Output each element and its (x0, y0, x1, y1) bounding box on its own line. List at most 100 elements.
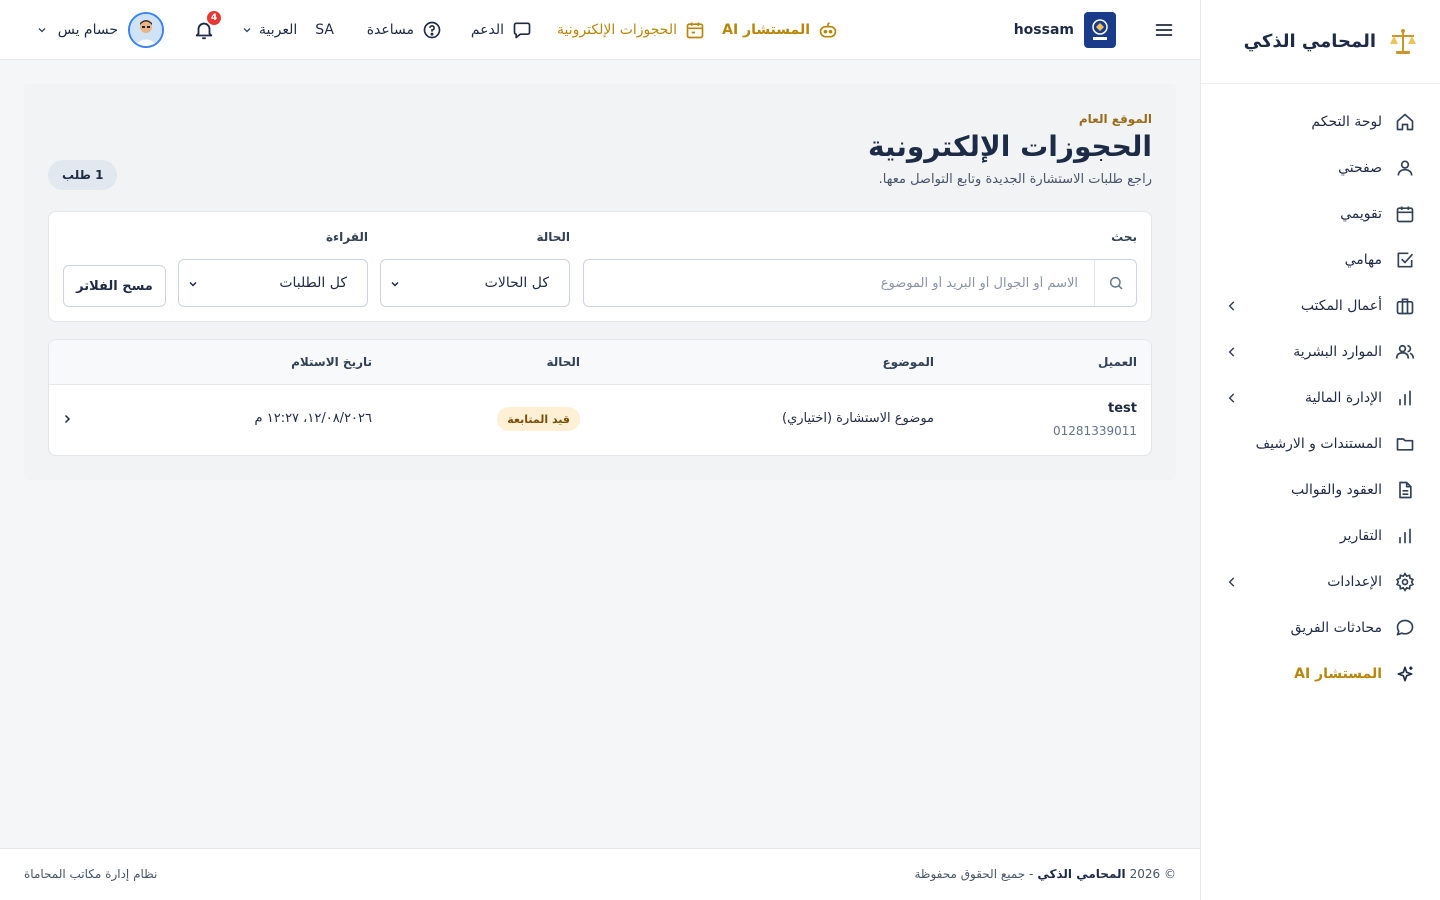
status-badge: قيد المتابعة (497, 407, 580, 431)
client-name: test (1108, 401, 1137, 416)
folder-icon (1394, 433, 1416, 455)
help-circle-icon (422, 20, 442, 40)
robot-icon (818, 20, 838, 40)
filters-card: بحث الحالة القراءة كل الحالات كل الطلبات… (48, 211, 1152, 322)
received-date-cell: ١٢/٠٨/٢٠٢٦، ١٢:٢٧ م (254, 411, 372, 426)
sidebar-item-label: أعمال المكتب (1300, 298, 1382, 314)
sidebar-item-contracts[interactable]: العقود والقوالب (1201, 467, 1440, 513)
document-icon (1394, 479, 1416, 501)
sidebar-item-settings[interactable]: الإعدادات (1201, 559, 1440, 605)
page-subtitle: راجع طلبات الاستشارة الجديدة وتابع التوا… (878, 172, 1152, 187)
bookings-label: الحجوزات الإلكترونية (557, 22, 677, 38)
sidebar-item-reports[interactable]: التقارير (1201, 513, 1440, 559)
status-filter-value: كل الحالات (484, 275, 549, 291)
column-header-status[interactable]: الحالة (546, 355, 580, 369)
search-icon[interactable] (1094, 260, 1136, 306)
hamburger-menu-icon (1154, 20, 1174, 40)
chevron-right-icon[interactable] (61, 413, 73, 425)
search-label: بحث (1111, 230, 1137, 244)
checkbox-icon (1394, 249, 1416, 271)
ai-advisor-label: المستشار AI (722, 22, 810, 38)
status-filter-select[interactable]: كل الحالات (380, 259, 570, 307)
sidebar-item-label: محادثات الفريق (1290, 620, 1382, 636)
sidebar: المحامي الذكي لوحة التحكم صفحتي تقويمي م… (1200, 0, 1440, 900)
ai-advisor-link[interactable]: المستشار AI (722, 0, 838, 60)
chat-icon (512, 20, 532, 40)
sidebar-item-calendar[interactable]: تقويمي (1201, 191, 1440, 237)
sidebar-item-dashboard[interactable]: لوحة التحكم (1201, 99, 1440, 145)
calendar-icon (685, 20, 705, 40)
sidebar-item-hr[interactable]: الموارد البشرية (1201, 329, 1440, 375)
sidebar-item-label: العقود والقوالب (1290, 482, 1382, 498)
language-code: SA (315, 22, 334, 38)
sidebar-item-label: لوحة التحكم (1311, 114, 1382, 130)
top-bar: hossam المستشار AI الحجوزات الإلكترونية … (0, 0, 1200, 60)
notification-count-badge: 4 (207, 11, 221, 25)
chevron-down-icon (241, 24, 253, 36)
table-row[interactable]: test 01281339011 موضوع الاستشارة (اختيار… (49, 385, 1151, 455)
sidebar-item-label: التقارير (1339, 528, 1382, 544)
bar-chart-icon (1394, 387, 1416, 409)
gear-icon (1394, 571, 1416, 593)
organization-name: hossam (1013, 22, 1074, 38)
home-icon (1394, 111, 1416, 133)
menu-button[interactable] (1154, 0, 1174, 60)
sidebar-item-ai-advisor[interactable]: المستشار AI (1201, 651, 1440, 697)
briefcase-icon (1394, 295, 1416, 317)
read-filter-select[interactable]: كل الطلبات (178, 259, 368, 307)
sidebar-item-finance[interactable]: الإدارة المالية (1201, 375, 1440, 421)
sidebar-item-label: الموارد البشرية (1293, 344, 1382, 360)
sidebar-item-office-work[interactable]: أعمال المكتب (1201, 283, 1440, 329)
copyright-year: © 2026 (1129, 867, 1176, 881)
footer-copyright: © 2026 المحامي الذكي - جميع الحقوق محفوظ… (914, 867, 1176, 881)
bookings-table: العميل الموضوع الحالة تاريخ الاستلام tes… (48, 339, 1152, 456)
column-header-client[interactable]: العميل (1098, 355, 1137, 369)
bell-icon: 4 (193, 11, 221, 41)
users-icon (1394, 341, 1416, 363)
user-menu[interactable]: حسام يس (36, 0, 164, 60)
chevron-down-icon (36, 24, 48, 36)
notifications-button[interactable]: 4 (193, 0, 221, 60)
sidebar-item-label: مهامي (1344, 252, 1382, 268)
read-filter-value: كل الطلبات (279, 275, 347, 291)
sparkle-icon (1394, 663, 1416, 685)
sidebar-item-tasks[interactable]: مهامي (1201, 237, 1440, 283)
footer-rights: - جميع الحقوق محفوظة (914, 867, 1034, 881)
electronic-bookings-link[interactable]: الحجوزات الإلكترونية (557, 0, 705, 60)
help-label: مساعدة (366, 22, 414, 38)
footer: © 2026 المحامي الذكي - جميع الحقوق محفوظ… (0, 848, 1200, 900)
sidebar-item-documents[interactable]: المستندات و الارشيف (1201, 421, 1440, 467)
client-phone: 01281339011 (1053, 424, 1137, 438)
support-link[interactable]: الدعم (471, 0, 532, 60)
calendar-icon (1394, 203, 1416, 225)
brand[interactable]: المحامي الذكي (1201, 0, 1440, 84)
sidebar-item-label: تقويمي (1340, 206, 1382, 222)
search-input[interactable] (584, 260, 1094, 306)
search-field (583, 259, 1137, 307)
breadcrumb[interactable]: الموقع العام (1079, 112, 1152, 126)
user-name: حسام يس (57, 22, 118, 38)
language-selector[interactable]: SA العربية (241, 0, 334, 60)
chevron-down-icon (389, 278, 401, 290)
chevron-down-icon (187, 278, 199, 290)
read-filter-label: القراءة (325, 230, 368, 244)
table-header: العميل الموضوع الحالة تاريخ الاستلام (49, 340, 1151, 385)
chat-icon (1394, 617, 1416, 639)
sidebar-nav: لوحة التحكم صفحتي تقويمي مهامي أعمال الم… (1201, 84, 1440, 697)
sidebar-item-team-chat[interactable]: محادثات الفريق (1201, 605, 1440, 651)
footer-brand: المحامي الذكي (1037, 867, 1126, 881)
chevron-left-icon (1225, 391, 1239, 405)
status-filter-label: الحالة (536, 230, 570, 244)
help-link[interactable]: مساعدة (367, 0, 442, 60)
column-header-received-date[interactable]: تاريخ الاستلام (291, 355, 372, 369)
bookings-panel: الموقع العام الحجوزات الإلكترونية راجع ط… (24, 84, 1176, 480)
user-icon (1394, 157, 1416, 179)
column-header-subject[interactable]: الموضوع (882, 355, 934, 369)
chevron-left-icon (1225, 345, 1239, 359)
sidebar-item-label: الإدارة المالية (1304, 390, 1382, 406)
chevron-left-icon (1225, 299, 1239, 313)
clear-filters-button[interactable]: مسح الفلاتر (63, 265, 166, 307)
page-title: الحجوزات الإلكترونية (867, 130, 1152, 163)
organization-switcher[interactable]: hossam (1014, 0, 1116, 60)
sidebar-item-my-page[interactable]: صفحتي (1201, 145, 1440, 191)
